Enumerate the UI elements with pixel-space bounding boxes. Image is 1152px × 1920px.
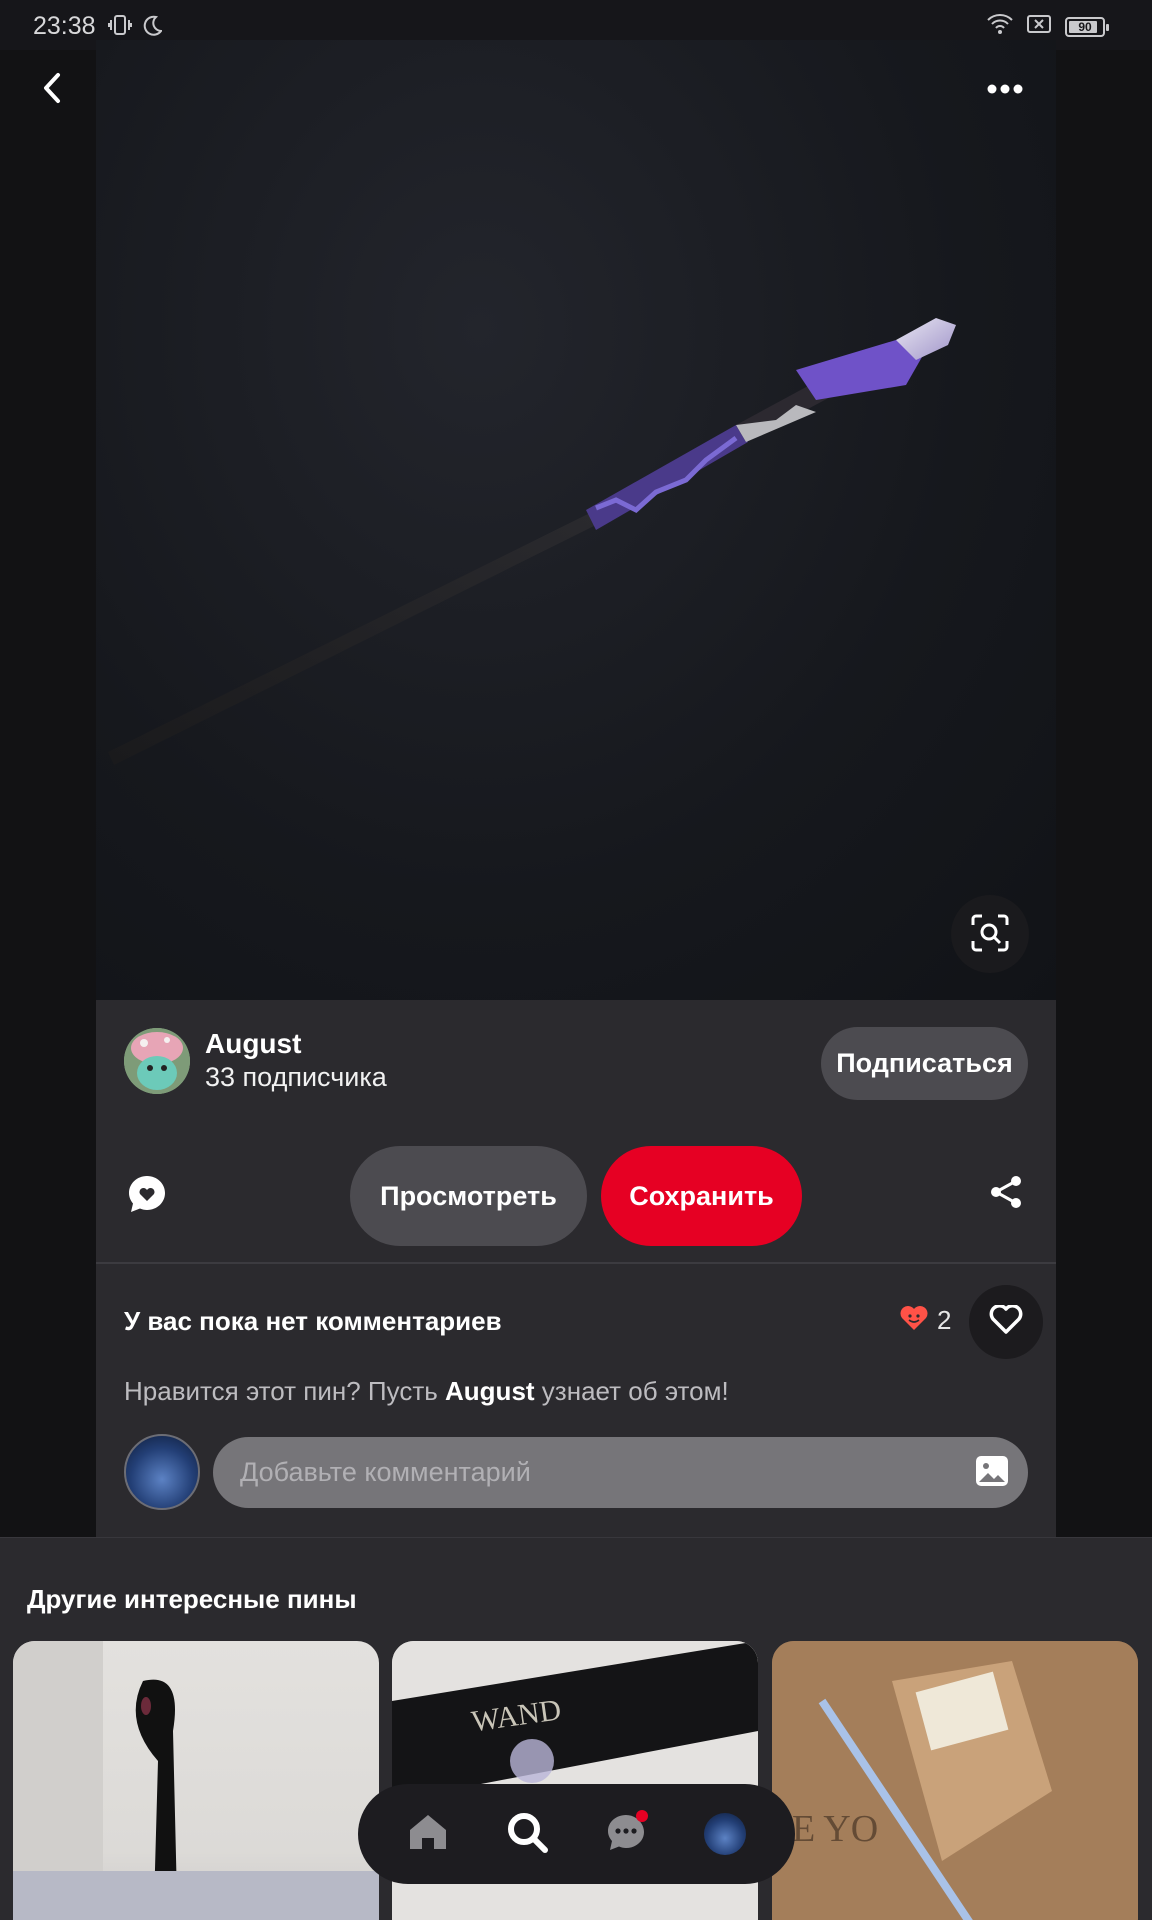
ellipsis-icon [987, 81, 1023, 99]
follow-button[interactable]: Подписаться [821, 1027, 1028, 1100]
profile-avatar [704, 1813, 747, 1855]
comment-reactions-button[interactable] [124, 1173, 170, 1219]
comments-heading: У вас пока нет комментариев [124, 1306, 502, 1336]
like-button[interactable] [969, 1285, 1043, 1359]
related-pin-staff[interactable] [13, 1641, 379, 1920]
wand-illustration [108, 318, 956, 765]
wifi-icon [987, 14, 1013, 39]
svg-text:E YO: E YO [792, 1808, 878, 1850]
back-button[interactable] [32, 70, 72, 110]
frog-avatar-image [124, 1028, 190, 1094]
bottom-navigation [358, 1784, 795, 1884]
nav-search[interactable] [499, 1806, 555, 1862]
creator-name[interactable]: August [205, 1028, 301, 1060]
image-icon [975, 1455, 1009, 1492]
reaction-summary[interactable]: 2 [899, 1305, 951, 1336]
nav-profile[interactable] [697, 1806, 753, 1862]
more-options-button[interactable] [980, 70, 1030, 110]
nav-home[interactable] [400, 1806, 456, 1862]
heart-reaction-icon [899, 1305, 929, 1336]
nav-messages[interactable] [598, 1806, 654, 1862]
share-icon [988, 1174, 1024, 1215]
search-icon [506, 1811, 548, 1858]
home-icon [407, 1812, 449, 1857]
battery-level: 90 [1078, 19, 1092, 34]
moon-icon [142, 14, 163, 41]
reaction-count: 2 [937, 1305, 952, 1335]
comment-input-container[interactable] [213, 1437, 1028, 1508]
divider [96, 1262, 1056, 1264]
user-avatar [124, 1434, 200, 1510]
vibrate-icon [108, 14, 132, 41]
creator-avatar[interactable] [124, 1028, 190, 1094]
prompt-creator-name: August [445, 1376, 535, 1406]
heart-outline-icon [989, 1303, 1023, 1340]
pin-image[interactable] [96, 40, 1056, 1000]
no-sim-icon [1027, 14, 1051, 39]
comment-heart-icon [126, 1173, 168, 1220]
visual-search-button[interactable] [951, 895, 1029, 973]
chevron-left-icon [41, 72, 63, 109]
status-time: 23:38 [33, 12, 96, 40]
attach-image-button[interactable] [974, 1455, 1010, 1491]
comment-prompt: Нравится этот пин? Пусть August узнает о… [124, 1376, 729, 1406]
save-button[interactable]: Сохранить [601, 1146, 802, 1246]
share-button[interactable] [985, 1173, 1027, 1215]
related-pin-wand-stand[interactable]: E YO [772, 1641, 1138, 1920]
creator-followers: 33 подписчика [205, 1062, 387, 1092]
battery-icon: 90 [1065, 16, 1109, 37]
view-button[interactable]: Просмотреть [350, 1146, 587, 1246]
visual-search-icon [970, 913, 1010, 956]
more-pins-title: Другие интересные пины [27, 1584, 357, 1614]
comment-input[interactable] [240, 1437, 940, 1508]
